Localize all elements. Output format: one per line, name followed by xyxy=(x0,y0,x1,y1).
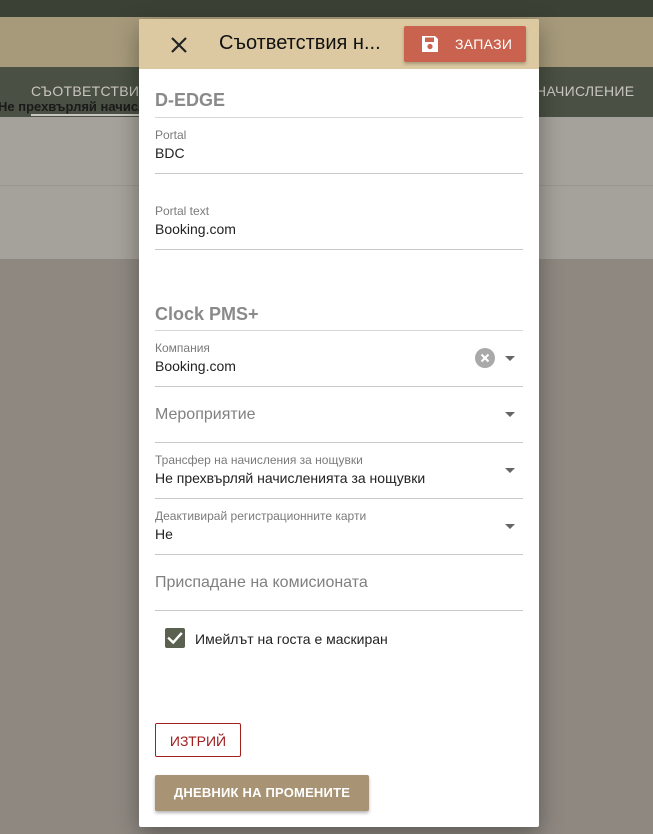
section-title-clock: Clock PMS+ xyxy=(155,304,259,324)
app-top-bar xyxy=(0,0,653,17)
chevron-down-icon[interactable] xyxy=(505,412,515,417)
night-transfer-select[interactable]: Трансфер на начисления за нощувки Не пре… xyxy=(155,442,523,499)
delete-button-label: ИЗТРИЙ xyxy=(169,733,227,749)
tab-charge[interactable]: НАЧИСЛЕНИЕ xyxy=(536,83,634,99)
commission-field[interactable]: Приспадане на комисионата xyxy=(155,554,523,611)
mapping-dialog: Съответствия н... ЗАПАЗИ D-EDGE Portal B… xyxy=(139,19,539,827)
portal-text-label: Portal text xyxy=(155,204,210,218)
company-label: Компания xyxy=(155,341,210,355)
dialog-title: Съответствия н... xyxy=(219,32,381,54)
active-tab-indicator xyxy=(31,114,141,116)
change-log-button[interactable]: ДНЕВНИК НА ПРОМЕНИТЕ xyxy=(155,775,369,811)
portal-text-field[interactable]: Portal text Booking.com xyxy=(155,193,523,250)
floppy-disk-icon xyxy=(420,34,440,54)
dialog-header: Съответствия н... ЗАПАЗИ xyxy=(139,19,539,69)
company-value: Booking.com xyxy=(155,358,236,374)
event-placeholder: Мероприятие xyxy=(155,406,256,423)
save-button-label: ЗАПАЗИ xyxy=(455,36,513,52)
event-select[interactable]: Мероприятие xyxy=(155,386,523,443)
tab-mappings[interactable]: СЪОТВЕТСТВИЯ xyxy=(31,83,150,99)
deactivate-cards-value: Не xyxy=(155,526,173,542)
section-title-d-edge: D-EDGE xyxy=(155,90,226,110)
delete-button[interactable]: ИЗТРИЙ xyxy=(155,723,241,757)
commission-placeholder[interactable]: Приспадане на комисионата xyxy=(155,574,368,592)
chevron-down-icon[interactable] xyxy=(505,524,515,529)
night-transfer-label: Трансфер на начисления за нощувки xyxy=(155,453,363,467)
list-cell: Не прехвърляй начисл xyxy=(0,99,147,114)
portal-label: Portal xyxy=(155,128,187,142)
masked-email-label[interactable]: Имейлът на госта е маскиран xyxy=(195,631,388,647)
deactivate-cards-label: Деактивирай регистрационните карти xyxy=(155,509,367,523)
night-transfer-value: Не прехвърляй начисленията за нощувки xyxy=(155,470,426,486)
chevron-down-icon[interactable] xyxy=(505,356,515,361)
masked-email-checkbox[interactable] xyxy=(165,628,185,648)
change-log-button-label: ДНЕВНИК НА ПРОМЕНИТЕ xyxy=(173,785,351,800)
masked-email-row[interactable]: Имейлът на госта е маскиран xyxy=(165,628,495,650)
clear-icon[interactable] xyxy=(475,348,495,368)
portal-value[interactable]: BDC xyxy=(155,145,185,161)
deactivate-cards-select[interactable]: Деактивирай регистрационните карти Не xyxy=(155,498,523,555)
check-icon xyxy=(167,632,183,645)
portal-text-value[interactable]: Booking.com xyxy=(155,221,236,237)
save-button[interactable]: ЗАПАЗИ xyxy=(404,26,526,62)
chevron-down-icon[interactable] xyxy=(505,468,515,473)
company-select[interactable]: Компания Booking.com xyxy=(155,330,523,387)
portal-field[interactable]: Portal BDC xyxy=(155,117,523,174)
close-icon[interactable] xyxy=(167,33,191,57)
